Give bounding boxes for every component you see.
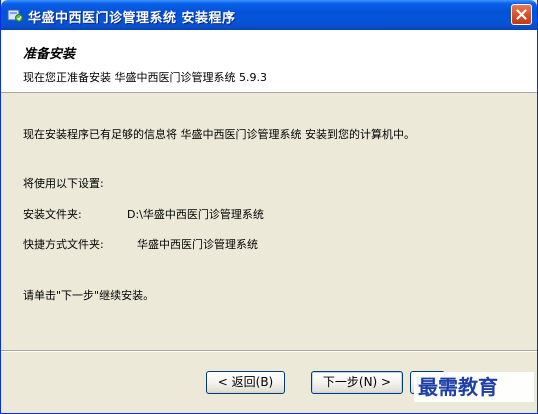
close-button[interactable] [511, 4, 532, 25]
install-folder-value: D:\华盛中西医门诊管理系统 [127, 208, 264, 221]
shortcut-folder-value: 华盛中西医门诊管理系统 [137, 238, 258, 251]
wizard-header: 准备安装 现在您正准备安装 华盛中西医门诊管理系统 5.9.3 [1, 30, 537, 93]
close-icon [516, 9, 527, 20]
page-subtitle: 现在您正准备安装 华盛中西医门诊管理系统 5.9.3 [23, 71, 267, 84]
title-bar[interactable]: 华盛中西医门诊管理系统 安装程序 [1, 0, 537, 30]
settings-heading: 将使用以下设置: [23, 177, 104, 190]
window-title: 华盛中西医门诊管理系统 安装程序 [28, 11, 236, 26]
installer-icon [7, 7, 23, 23]
watermark-text: 最需教育 [414, 372, 534, 402]
wizard-body: 现在安装程序已有足够的信息将 华盛中西医门诊管理系统 安装到您的计算机中。 将使… [1, 93, 537, 343]
installer-window: 华盛中西医门诊管理系统 安装程序 准备安装 现在您正准备安装 华盛中西医门诊管理… [0, 0, 538, 414]
continue-text: 请单击"下一步"继续安装。 [23, 289, 155, 302]
page-title: 准备安装 [23, 47, 76, 62]
shortcut-folder-label: 快捷方式文件夹: [23, 238, 104, 251]
install-folder-row: 安装文件夹: D:\华盛中西医门诊管理系统 [23, 206, 264, 222]
install-folder-label: 安装文件夹: [23, 208, 82, 221]
back-button[interactable]: < 返回(B) [206, 371, 285, 394]
next-button[interactable]: 下一步(N) > [311, 371, 403, 394]
footer-separator [1, 350, 537, 352]
shortcut-folder-row: 快捷方式文件夹: 华盛中西医门诊管理系统 [23, 236, 258, 252]
intro-text: 现在安装程序已有足够的信息将 华盛中西医门诊管理系统 安装到您的计算机中。 [23, 128, 415, 141]
